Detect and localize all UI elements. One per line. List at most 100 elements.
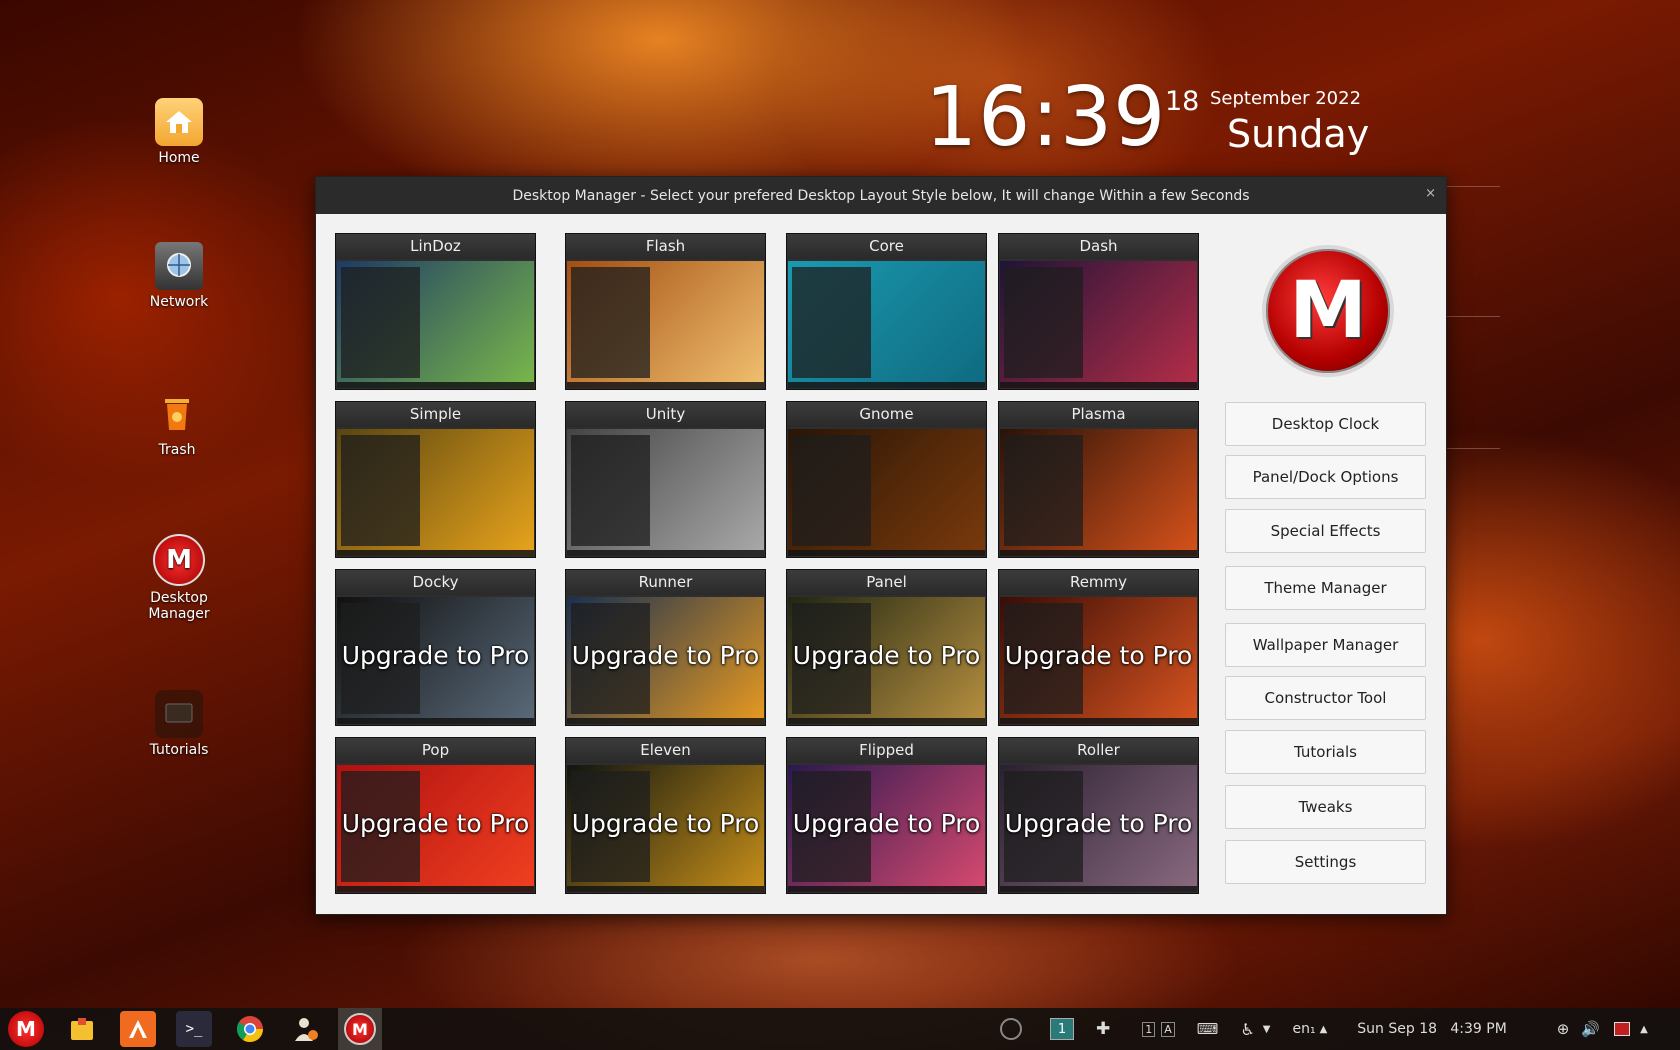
layout-tile-label: Flash <box>566 234 765 259</box>
preview-taskbar <box>1000 886 1197 892</box>
layout-tile-simple[interactable]: Simple <box>335 401 536 558</box>
num-lock-icon: A <box>1161 1021 1175 1037</box>
layout-tile-dash[interactable]: Dash <box>998 233 1199 390</box>
settings-button[interactable]: Settings <box>1225 840 1426 884</box>
window-titlebar[interactable]: Desktop Manager - Select your prefered D… <box>316 177 1446 214</box>
layout-tile-roller[interactable]: Roller Upgrade to Pro <box>998 737 1199 894</box>
wallpaper-manager-button[interactable]: Wallpaper Manager <box>1225 623 1426 667</box>
clock-month-year: September 2022 <box>1210 88 1362 109</box>
preview-menu-panel <box>1004 267 1083 378</box>
layout-tile-label: Runner <box>566 570 765 595</box>
panel-dock-options-button[interactable]: Panel/Dock Options <box>1225 455 1426 499</box>
desktop-icon-home[interactable]: Home <box>124 98 234 166</box>
chevron-up-icon[interactable]: ▲ <box>1320 1024 1328 1035</box>
upgrade-to-pro-label: Upgrade to Pro <box>792 809 981 838</box>
preview-taskbar <box>788 718 985 724</box>
layout-tile-runner[interactable]: Runner Upgrade to Pro <box>565 569 766 726</box>
start-menu-button[interactable]: M <box>8 1011 44 1047</box>
accessibility-icon[interactable]: ♿ <box>1240 1020 1254 1039</box>
taskbar-app-terminal[interactable]: >_ <box>176 1011 212 1047</box>
chevron-up-icon[interactable]: ▲ <box>1640 1024 1648 1035</box>
tutorials-button[interactable]: Tutorials <box>1225 730 1426 774</box>
layout-preview-image <box>567 429 764 556</box>
desktop-icon-label: Home <box>158 150 200 166</box>
terminal-icon: >_ <box>185 1021 203 1037</box>
workspace-indicator[interactable]: 1 <box>1050 1018 1074 1040</box>
layout-preview-image: Upgrade to Pro <box>788 765 985 892</box>
layout-preview-image: Upgrade to Pro <box>337 765 534 892</box>
network-icon <box>155 242 203 290</box>
preview-taskbar <box>1000 718 1197 724</box>
desktop-icon-tutorials[interactable]: Tutorials <box>124 690 234 758</box>
layout-tile-plasma[interactable]: Plasma <box>998 401 1199 558</box>
layout-tile-label: Unity <box>566 402 765 427</box>
system-tray: 1 ✚ 1 A ⌨ ♿ ▼ en₁ ▲ Sun Sep 18 4:39 PM ⊕… <box>1000 1008 1648 1050</box>
taskbar-app-system-tool[interactable] <box>288 1011 324 1047</box>
layout-tile-label: Core <box>787 234 986 259</box>
layout-preview-image: Upgrade to Pro <box>1000 765 1197 892</box>
layout-tile-docky[interactable]: Docky Upgrade to Pro <box>335 569 536 726</box>
layout-preview-image: Upgrade to Pro <box>337 597 534 724</box>
taskbar-app-software-center[interactable] <box>120 1011 156 1047</box>
keyboard-layout[interactable]: en₁ <box>1292 1021 1315 1037</box>
tutorials-icon <box>155 690 203 738</box>
layout-tile-unity[interactable]: Unity <box>565 401 766 558</box>
preview-taskbar <box>788 886 985 892</box>
layout-tile-panel[interactable]: Panel Upgrade to Pro <box>786 569 987 726</box>
layout-tile-eleven[interactable]: Eleven Upgrade to Pro <box>565 737 766 894</box>
decorative-line <box>1445 186 1500 187</box>
volume-icon[interactable]: 🔊 <box>1581 1020 1600 1038</box>
tweaks-button[interactable]: Tweaks <box>1225 785 1426 829</box>
taskbar-app-desktop-manager-active[interactable]: M <box>338 1008 382 1050</box>
close-icon[interactable]: × <box>1425 186 1436 201</box>
preview-taskbar <box>567 550 764 556</box>
desktop-clock-button[interactable]: Desktop Clock <box>1225 402 1426 446</box>
layout-preview-image: Upgrade to Pro <box>567 765 764 892</box>
layout-preview-image <box>337 429 534 556</box>
preview-menu-panel <box>792 435 871 546</box>
taskbar-app-files[interactable] <box>64 1011 100 1047</box>
constructor-tool-button[interactable]: Constructor Tool <box>1225 676 1426 720</box>
layout-tile-label: Plasma <box>999 402 1198 427</box>
upgrade-to-pro-label: Upgrade to Pro <box>1004 809 1193 838</box>
preview-menu-panel <box>341 435 420 546</box>
preview-taskbar <box>1000 550 1197 556</box>
layout-tile-lindoz[interactable]: LinDoz <box>335 233 536 390</box>
upgrade-to-pro-label: Upgrade to Pro <box>792 641 981 670</box>
taskbar: M >_ M 1 ✚ 1 A ⌨ ♿ ▼ en₁ ▲ Sun Sep 18 4:… <box>0 1008 1680 1050</box>
upgrade-to-pro-label: Upgrade to Pro <box>571 809 760 838</box>
desktop-icon-trash[interactable]: Trash <box>122 390 232 458</box>
special-effects-button[interactable]: Special Effects <box>1225 509 1426 553</box>
network-tray-icon[interactable]: ⊕ <box>1557 1020 1570 1038</box>
home-folder-icon <box>155 98 203 146</box>
clock-weekday: Sunday <box>1227 112 1370 156</box>
clock-datetime[interactable]: Sun Sep 18 4:39 PM <box>1357 1021 1507 1037</box>
upgrade-to-pro-label: Upgrade to Pro <box>341 641 530 670</box>
desktop-icon-desktop-manager[interactable]: M Desktop Manager <box>124 534 234 622</box>
layout-tile-gnome[interactable]: Gnome <box>786 401 987 558</box>
preview-taskbar <box>337 382 534 388</box>
layout-tile-remmy[interactable]: Remmy Upgrade to Pro <box>998 569 1199 726</box>
preview-taskbar <box>1000 382 1197 388</box>
layout-tile-core[interactable]: Core <box>786 233 987 390</box>
steam-icon[interactable] <box>1000 1018 1022 1040</box>
keyboard-icon[interactable]: ⌨ <box>1197 1020 1219 1038</box>
desktop-icon-network[interactable]: Network <box>124 242 234 310</box>
desktop-manager-window: Desktop Manager - Select your prefered D… <box>315 176 1447 915</box>
theme-manager-button[interactable]: Theme Manager <box>1225 566 1426 610</box>
layout-tile-label: Pop <box>336 738 535 763</box>
layout-preview-image <box>1000 429 1197 556</box>
caps-lock-icon: 1 <box>1142 1021 1156 1037</box>
layout-tile-flash[interactable]: Flash <box>565 233 766 390</box>
preview-menu-panel <box>571 267 650 378</box>
layout-tile-pop[interactable]: Pop Upgrade to Pro <box>335 737 536 894</box>
chevron-down-icon[interactable]: ▼ <box>1263 1024 1271 1035</box>
layout-tile-label: Remmy <box>999 570 1198 595</box>
layout-preview-image <box>567 261 764 388</box>
battery-icon[interactable] <box>1614 1022 1631 1036</box>
extensions-icon[interactable]: ✚ <box>1096 1019 1110 1039</box>
layout-tile-flipped[interactable]: Flipped Upgrade to Pro <box>786 737 987 894</box>
preview-taskbar <box>788 550 985 556</box>
preview-taskbar <box>567 382 764 388</box>
taskbar-app-chrome[interactable] <box>232 1011 268 1047</box>
